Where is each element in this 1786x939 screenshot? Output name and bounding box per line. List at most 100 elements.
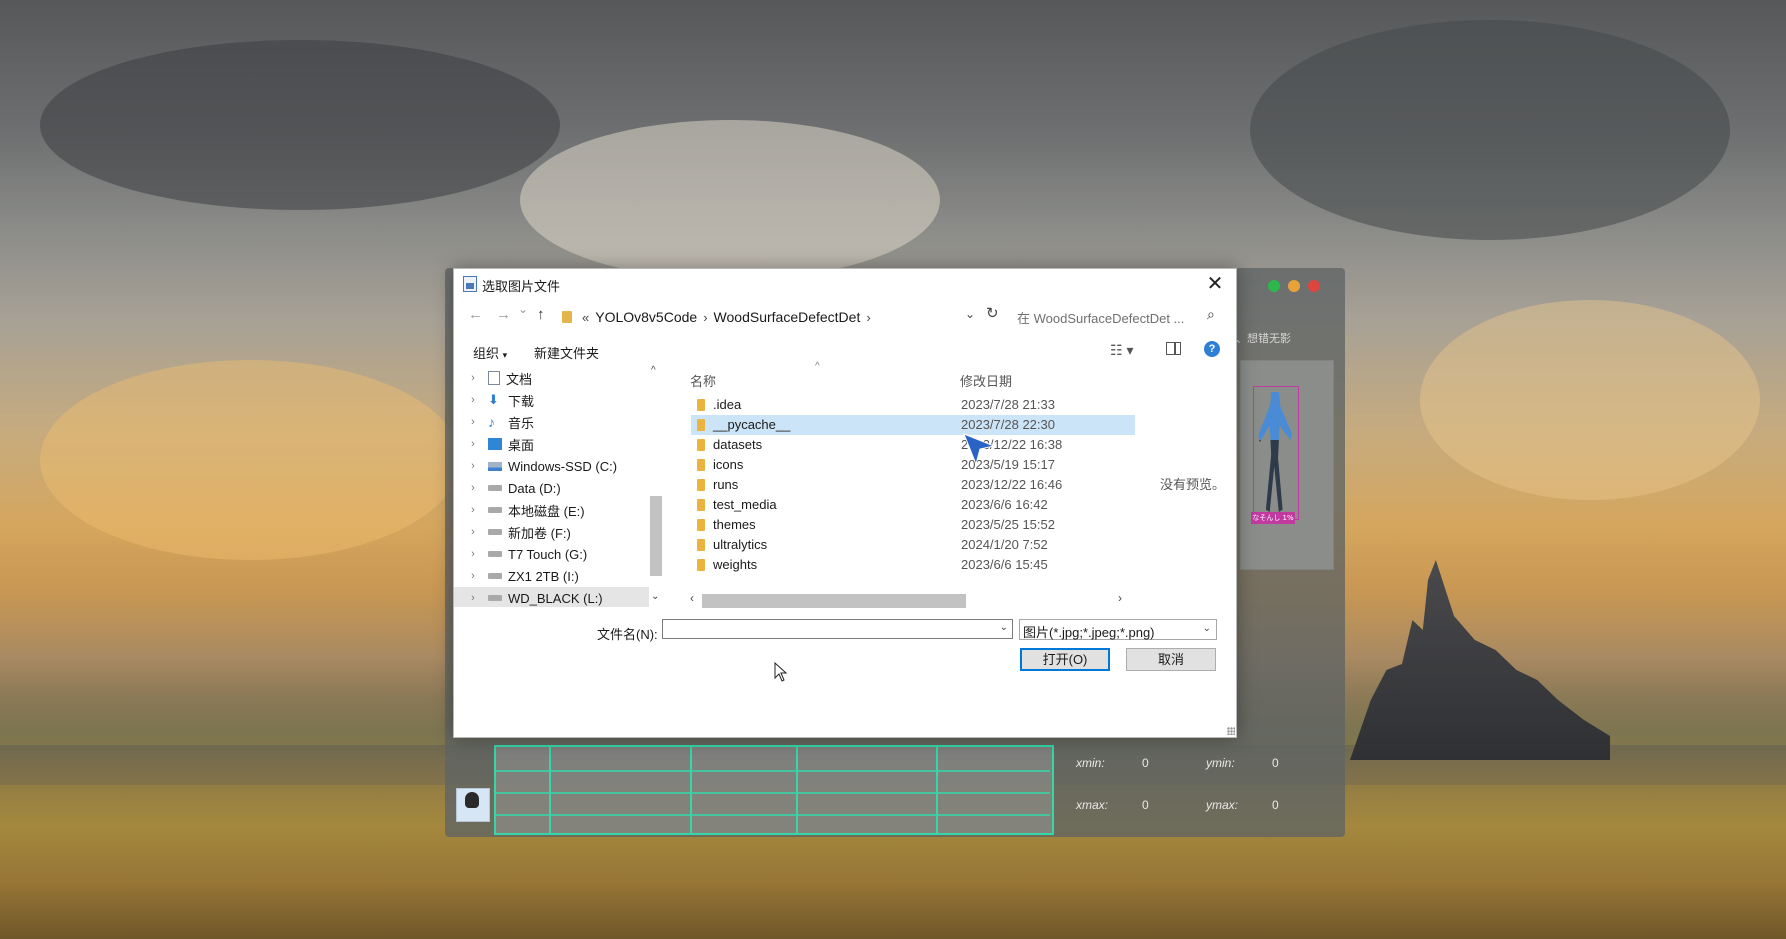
chevron-down-icon[interactable]: ⌄ (1000, 622, 1008, 633)
file-name: .idea (713, 397, 742, 412)
filename-field[interactable]: ⌄ (662, 619, 1013, 639)
table-grid-line (936, 745, 938, 835)
organize-label: 组织 (473, 346, 500, 361)
background-app-max-dot[interactable] (1268, 280, 1280, 292)
scroll-right-icon[interactable]: › (1118, 591, 1122, 605)
file-row-runs[interactable]: runs 2023/12/22 16:46 (691, 475, 1135, 495)
sidebar-item-drive-c[interactable]: › Windows-SSD (C:) (454, 455, 649, 477)
folder-icon (697, 459, 705, 471)
open-button[interactable]: 打开(O) (1020, 648, 1110, 671)
view-options-icon[interactable]: ☷ ▾ (1110, 342, 1133, 359)
search-icon[interactable]: ⌕ (1207, 306, 1215, 323)
expand-chevron-icon[interactable]: › (462, 394, 484, 406)
navigation-pane[interactable]: › 文档 › ⬇ 下载 › ♪ 音乐 › 桌面 › Windows-SSD (C… (454, 367, 661, 607)
coord-value-xmax: 0 (1142, 798, 1149, 812)
refresh-icon[interactable]: ↻ (986, 304, 999, 322)
new-folder-button[interactable]: 新建文件夹 (534, 343, 599, 362)
sidebar-item-drive-i[interactable]: › ZX1 2TB (I:) (454, 565, 649, 587)
scroll-up-icon[interactable]: ^ (651, 365, 656, 376)
file-row-weights[interactable]: weights 2023/6/6 15:45 (691, 555, 1135, 575)
expand-chevron-icon[interactable]: › (462, 570, 484, 582)
sidebar-item-desktop[interactable]: › 桌面 (454, 433, 649, 455)
drive-icon (488, 529, 502, 535)
file-row-ultralytics[interactable]: ultralytics 2024/1/20 7:52 (691, 535, 1135, 555)
command-bar: 组织 ▾ 新建文件夹 ☷ ▾ ? (454, 335, 1236, 367)
breadcrumb-separator[interactable]: › (866, 310, 870, 325)
organize-menu-button[interactable]: 组织 ▾ (473, 343, 507, 362)
scroll-left-icon[interactable]: ‹ (690, 591, 694, 605)
sidebar-item-drive-g[interactable]: › T7 Touch (G:) (454, 543, 649, 565)
help-icon[interactable]: ? (1204, 341, 1220, 357)
breadcrumb-overflow[interactable]: « (582, 310, 589, 325)
sidebar-item-documents[interactable]: › 文档 (454, 367, 649, 389)
dialog-titlebar[interactable]: 选取图片文件 ✕ (454, 269, 1236, 299)
scroll-down-icon[interactable]: ⌄ (651, 591, 659, 602)
expand-chevron-icon[interactable]: › (462, 482, 484, 494)
path-dropdown-icon[interactable]: ⌄ (965, 307, 975, 321)
file-name: icons (713, 457, 744, 472)
coord-value-xmin: 0 (1142, 756, 1149, 770)
file-row-idea[interactable]: .idea 2023/7/28 21:33 (691, 395, 1135, 415)
file-name: test_media (713, 497, 777, 512)
folder-icon (697, 559, 705, 571)
file-row-pycache[interactable]: __pycache__ 2023/7/28 22:30 (691, 415, 1135, 435)
chevron-down-icon[interactable]: ⌄ (1203, 623, 1211, 634)
column-header-date[interactable]: 修改日期 (960, 371, 1012, 390)
coord-value-ymin: 0 (1272, 756, 1279, 770)
resize-grip-icon[interactable] (1227, 727, 1235, 735)
expand-chevron-icon[interactable]: › (462, 460, 484, 472)
preview-pane-icon[interactable] (1166, 342, 1181, 355)
breadcrumb-separator[interactable]: › (703, 310, 707, 325)
expand-chevron-icon[interactable]: › (462, 592, 484, 604)
breadcrumb-item[interactable]: YOLOv8v5Code (595, 309, 697, 325)
coord-label-ymin: ymin: (1206, 756, 1235, 770)
file-row-test-media[interactable]: test_media 2023/6/6 16:42 (691, 495, 1135, 515)
file-list-horizontal-scrollbar[interactable] (702, 594, 966, 608)
close-button[interactable]: ✕ (1194, 269, 1236, 299)
folder-icon (697, 499, 705, 511)
sidebar-item-drive-d[interactable]: › Data (D:) (454, 477, 649, 499)
expand-chevron-icon[interactable]: › (462, 548, 484, 560)
search-placeholder: 在 WoodSurfaceDefectDet ... (1017, 311, 1185, 326)
sidebar-item-music[interactable]: › ♪ 音乐 (454, 411, 649, 433)
file-open-dialog[interactable]: 选取图片文件 ✕ ← → ⌄ ↑ « YOLOv8v5Code › WoodSu… (453, 268, 1237, 738)
history-chevron-icon[interactable]: ⌄ (518, 302, 528, 316)
folder-icon (697, 399, 705, 411)
music-icon: ♪ (488, 414, 495, 430)
navigation-pane-scrollbar[interactable] (650, 496, 662, 576)
table-grid-line (549, 745, 551, 835)
coord-label-xmin: xmin: (1076, 756, 1105, 770)
file-row-datasets[interactable]: datasets 2023/12/22 16:38 (691, 435, 1135, 455)
file-name: ultralytics (713, 537, 768, 552)
folder-icon (697, 479, 705, 491)
sidebar-item-drive-f[interactable]: › 新加卷 (F:) (454, 521, 649, 543)
file-name: runs (713, 477, 739, 492)
forward-arrow-icon[interactable]: → (496, 306, 511, 323)
table-grid-line (796, 745, 798, 835)
file-row-themes[interactable]: themes 2023/5/25 15:52 (691, 515, 1135, 535)
expand-chevron-icon[interactable]: › (462, 504, 484, 516)
background-app-min-dot[interactable] (1288, 280, 1300, 292)
drive-icon (488, 485, 502, 491)
expand-chevron-icon[interactable]: › (462, 416, 484, 428)
cancel-button[interactable]: 取消 (1126, 648, 1216, 671)
sidebar-item-drive-l[interactable]: › WD_BLACK (L:) (454, 587, 649, 607)
breadcrumb[interactable]: « YOLOv8v5Code › WoodSurfaceDefectDet › (562, 299, 871, 335)
breadcrumb-item[interactable]: WoodSurfaceDefectDet (714, 309, 861, 325)
back-arrow-icon[interactable]: ← (468, 306, 483, 323)
folder-icon (697, 519, 705, 531)
filetype-select[interactable]: 图片(*.jpg;*.jpeg;*.png) ⌄ (1019, 619, 1217, 640)
expand-chevron-icon[interactable]: › (462, 438, 484, 450)
table-grid-line (494, 770, 1050, 772)
search-input[interactable]: 在 WoodSurfaceDefectDet ... ⌕ (1011, 303, 1223, 329)
file-row-icons[interactable]: icons 2023/5/19 15:17 (691, 455, 1135, 475)
background-app-close-dot[interactable] (1308, 280, 1320, 292)
coord-value-ymax: 0 (1272, 798, 1279, 812)
sidebar-item-drive-e[interactable]: › 本地磁盘 (E:) (454, 499, 649, 521)
expand-chevron-icon[interactable]: › (462, 526, 484, 538)
background-app-results-table[interactable] (494, 745, 1054, 835)
column-header-name[interactable]: 名称 (690, 371, 716, 390)
up-arrow-icon[interactable]: ↑ (537, 306, 545, 323)
expand-chevron-icon[interactable]: › (462, 372, 484, 384)
sidebar-item-downloads[interactable]: › ⬇ 下载 (454, 389, 649, 411)
